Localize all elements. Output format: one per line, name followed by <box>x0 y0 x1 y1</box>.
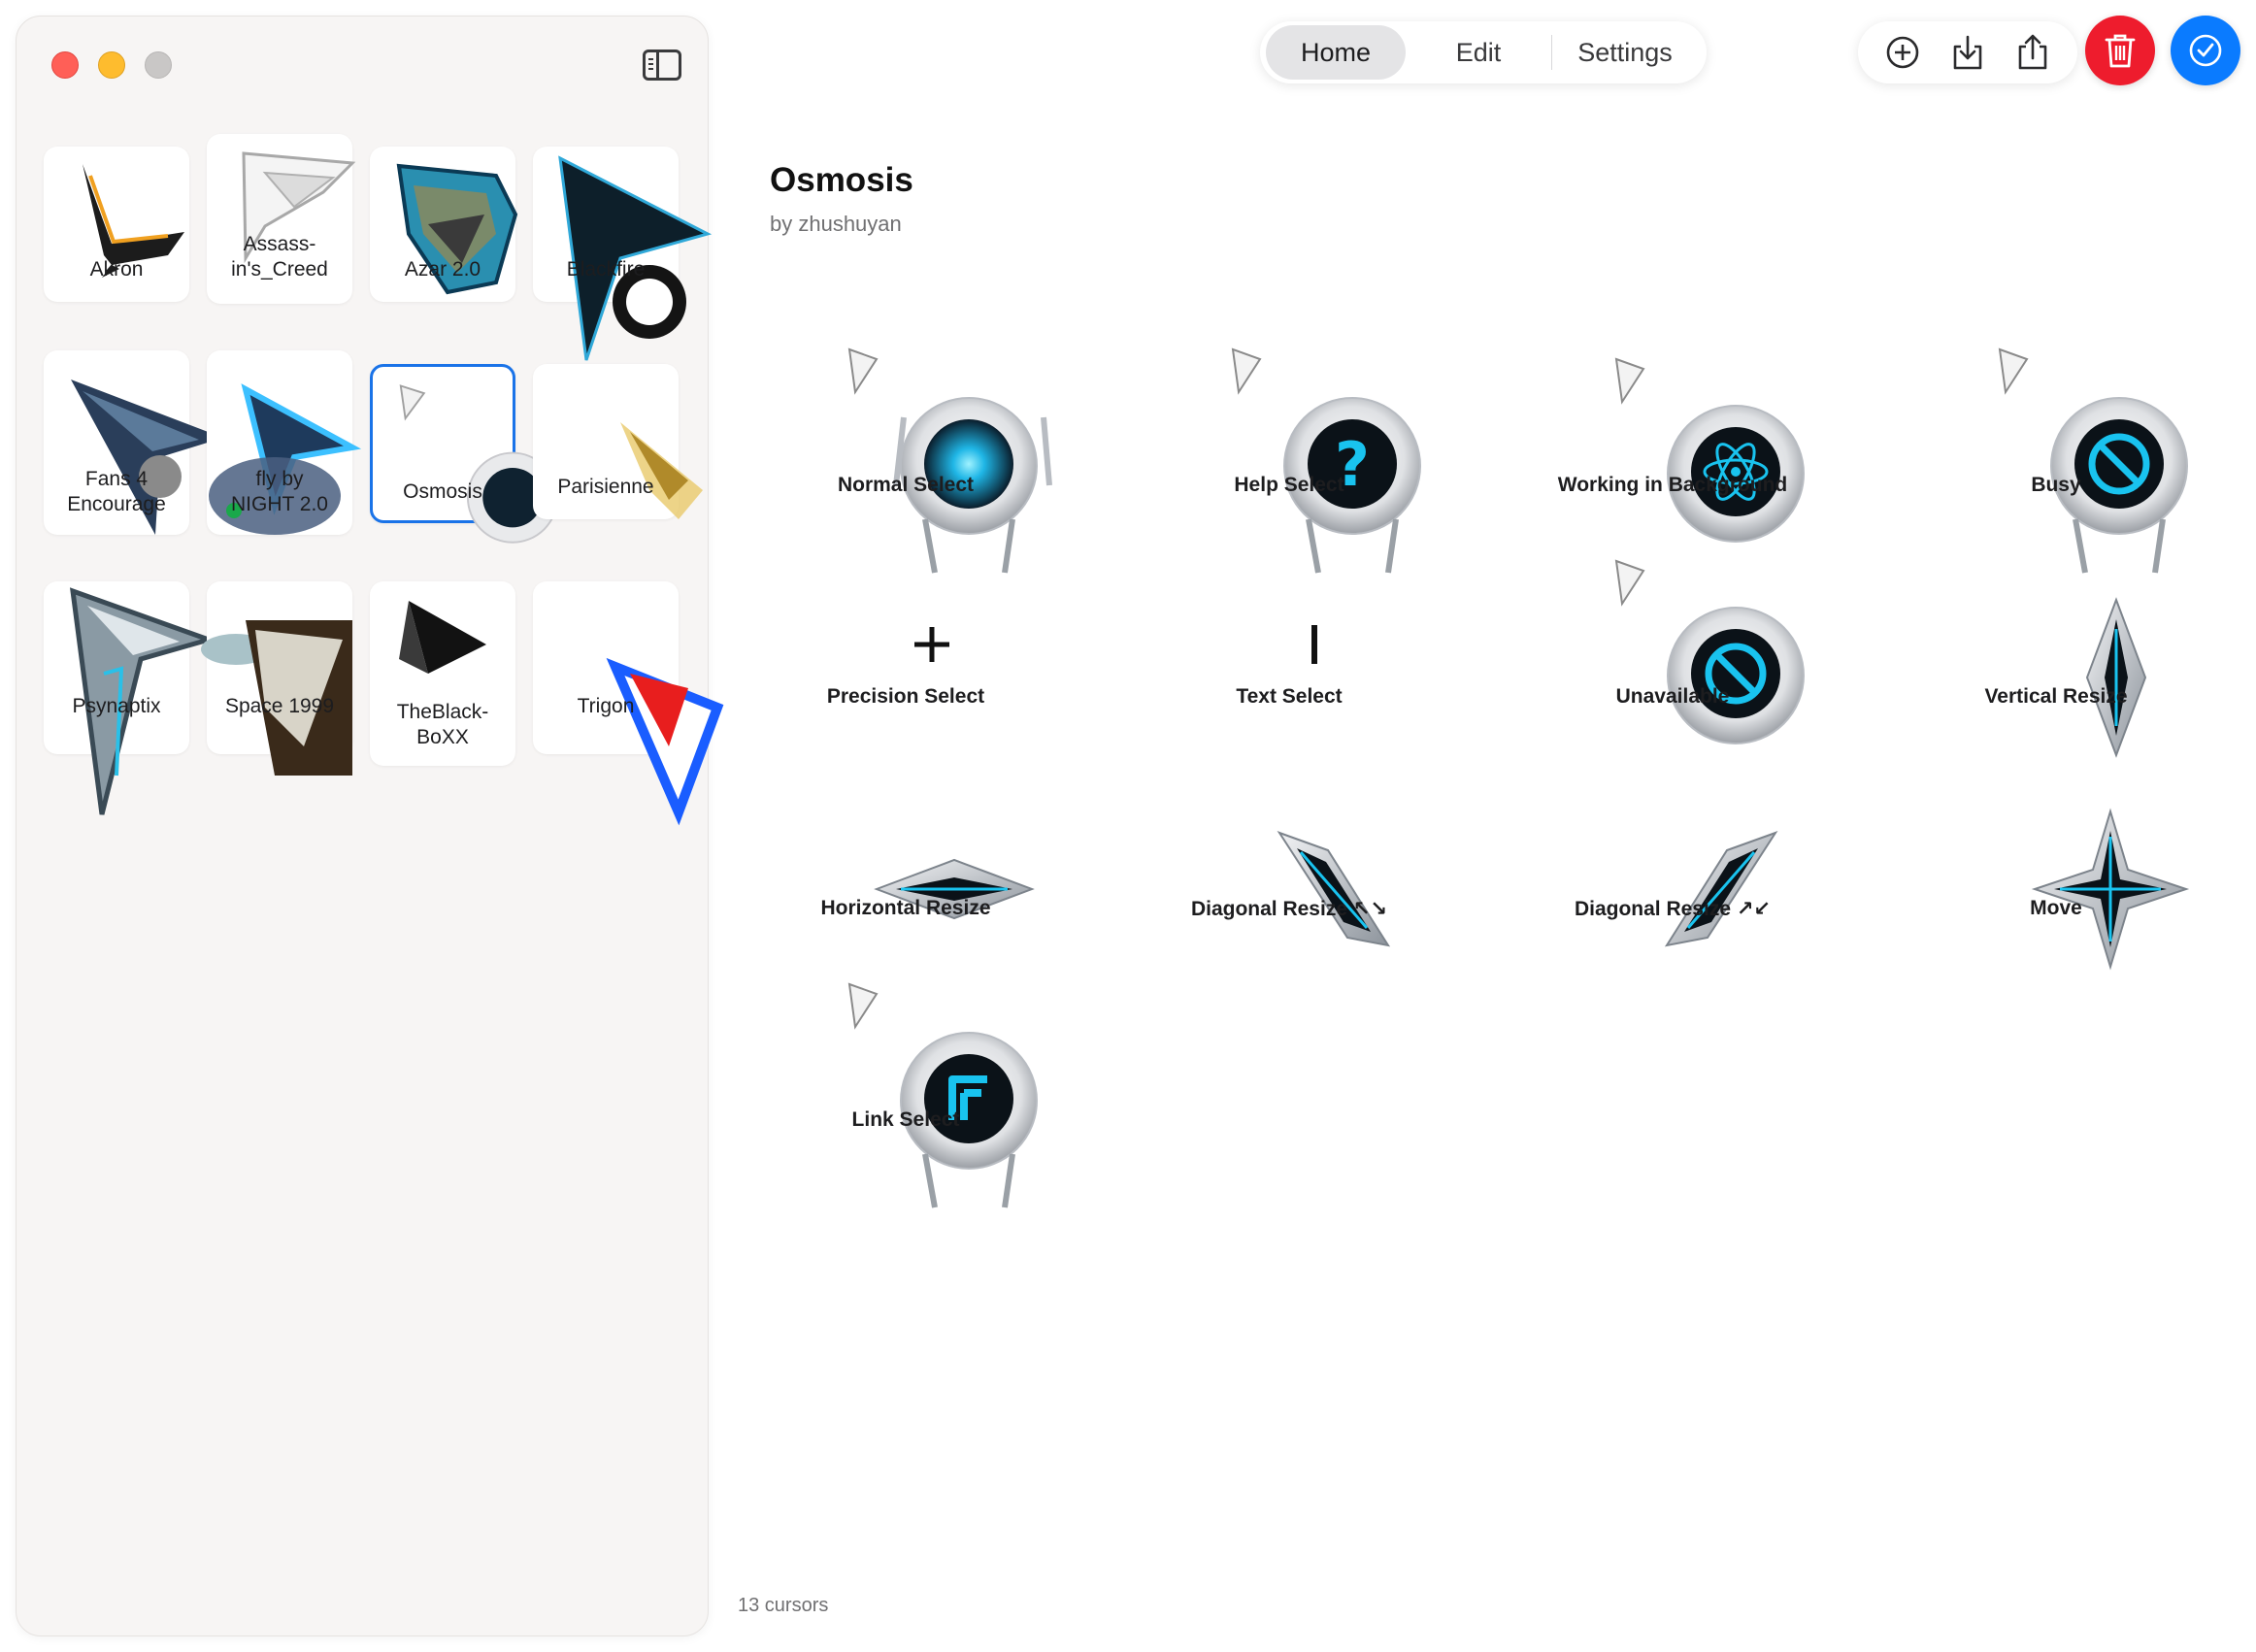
cursor-label: Normal Select <box>837 474 975 496</box>
theme-tile-akron[interactable]: Akron <box>44 147 189 302</box>
link-orb-icon <box>847 982 1038 1208</box>
diagonal-diamond-icon <box>1664 831 1778 947</box>
theme-author: by zhushuyan <box>770 212 902 236</box>
plus-circle-icon <box>1886 36 1918 69</box>
theme-tile-blackfire[interactable]: Blackfire <box>533 147 713 361</box>
theme-label: Akron <box>89 258 144 281</box>
theme-label: Osmosis <box>403 480 482 503</box>
crosshair-icon <box>914 627 949 662</box>
apply-button[interactable] <box>2171 16 2240 85</box>
theme-tile-space-1999[interactable]: Space 1999 <box>201 581 352 776</box>
minimize-window-button[interactable] <box>98 51 125 79</box>
vertical-diamond-icon <box>2085 597 2147 758</box>
share-icon <box>2019 34 2047 70</box>
theme-label: Assass- in's_Creed <box>231 233 328 281</box>
cursor-diagonal-resize-nesw[interactable]: Diagonal Resize ↗↙ <box>1546 773 1799 967</box>
cursor-label: Move <box>2030 897 2082 919</box>
theme-tile-psynaptix[interactable]: Psynaptix <box>44 581 217 815</box>
tab-edit[interactable]: Edit <box>1406 25 1551 80</box>
cursor-vertical-resize[interactable]: Vertical Resize <box>1930 561 2182 758</box>
window-controls <box>51 51 172 79</box>
cursor-help-select[interactable]: ? Help Select <box>1163 347 1421 574</box>
cursor-precision-select[interactable]: Precision Select <box>780 561 1032 755</box>
cursor-label: Busy <box>2031 474 2081 496</box>
cursor-diagonal-resize-nwse[interactable]: Diagonal Resize ↖↘ <box>1163 773 1415 967</box>
close-window-button[interactable] <box>51 51 79 79</box>
delete-button[interactable] <box>2085 16 2155 85</box>
horizontal-diamond-icon <box>874 858 1035 920</box>
theme-tile-fans4encourage[interactable]: Fans 4 Encourage <box>44 350 223 535</box>
cursor-unavailable[interactable]: Unavailable <box>1546 559 1805 755</box>
ibeam-icon <box>1311 625 1317 664</box>
tab-settings[interactable]: Settings <box>1552 25 1698 80</box>
trigon-cursor-icon <box>606 657 724 826</box>
space-1999-cursor-icon <box>201 620 352 776</box>
theme-tile-parisienne[interactable]: Parisienne <box>533 364 703 519</box>
cursor-label: Link Select <box>851 1108 960 1131</box>
cursor-label: Working in Background <box>1557 474 1788 496</box>
psynaptix-cursor-icon <box>69 587 217 815</box>
theme-label: Parisienne <box>557 476 654 498</box>
cursor-working-in-background[interactable]: Working in Background <box>1546 349 1805 544</box>
add-button[interactable] <box>1879 29 1926 76</box>
cursor-normal-select[interactable]: Normal Select <box>780 347 1052 574</box>
diagonal-diamond-icon <box>1277 831 1391 947</box>
checkmark-circle-icon <box>2189 34 2222 67</box>
cursor-busy[interactable]: Busy <box>1930 347 2188 574</box>
theme-label: Trigon <box>577 695 635 717</box>
theme-tile-trigon[interactable]: Trigon <box>533 581 724 826</box>
no-orb-icon <box>1998 347 2188 574</box>
cursor-move[interactable]: Move <box>1930 773 2190 971</box>
theme-tile-theblackboxx[interactable]: TheBlack- BoXX <box>370 581 515 766</box>
no-orb-icon <box>1614 559 1805 744</box>
share-button[interactable] <box>2009 29 2056 76</box>
theme-label: Psynaptix <box>72 695 161 717</box>
glow-orb-icon <box>847 347 1052 574</box>
theme-label: Blackfire <box>566 258 646 281</box>
view-segmented-control: Home Edit Settings <box>1260 21 1707 83</box>
cursor-label: Text Select <box>1236 685 1343 708</box>
cursor-count: 13 cursors <box>738 1595 829 1616</box>
theme-tile-azar[interactable]: Azar 2.0 <box>370 147 518 302</box>
cursor-label: Diagonal Resize ↗↙ <box>1574 898 1772 920</box>
cursor-label: Diagonal Resize ↖↘ <box>1190 898 1388 920</box>
cursor-horizontal-resize[interactable]: Horizontal Resize <box>780 773 1035 967</box>
page-title: Osmosis <box>770 161 913 199</box>
cursor-label: Vertical Resize <box>1984 685 2128 708</box>
download-icon <box>1953 35 1982 70</box>
cursor-label: Horizontal Resize <box>820 897 991 919</box>
theme-label: TheBlack- BoXX <box>396 701 489 748</box>
theme-tile-osmosis[interactable]: Osmosis <box>370 364 559 544</box>
sidebar: Akron Assass- in's_Creed Azar 2.0 Blackf… <box>16 16 724 1636</box>
question-orb-icon: ? <box>1231 347 1421 574</box>
theme-label: fly by NIGHT 2.0 <box>231 468 328 515</box>
theme-label: Azar 2.0 <box>404 258 481 281</box>
sidebar-toggle-icon[interactable] <box>643 50 681 81</box>
cursor-label: Help Select <box>1234 474 1344 496</box>
atom-orb-icon <box>1614 357 1805 543</box>
theme-label: Fans 4 Encourage <box>67 468 166 515</box>
import-button[interactable] <box>1944 29 1991 76</box>
trash-icon <box>2105 34 2136 68</box>
maximize-window-button[interactable] <box>145 51 172 79</box>
four-way-diamond-icon <box>2031 808 2190 971</box>
toolbar-actions <box>1858 21 2077 83</box>
tab-home[interactable]: Home <box>1266 25 1406 80</box>
cursor-link-select[interactable]: Link Select <box>780 982 1038 1208</box>
theme-tile-assassins-creed[interactable]: Assass- in's_Creed <box>207 134 356 304</box>
theme-tile-fly-by-night[interactable]: fly by NIGHT 2.0 <box>207 350 362 535</box>
cursor-label: Precision Select <box>826 685 985 708</box>
theme-label: Space 1999 <box>224 695 335 717</box>
cursor-text-select[interactable]: Text Select <box>1163 561 1415 755</box>
cursor-label: Unavailable <box>1615 685 1730 708</box>
